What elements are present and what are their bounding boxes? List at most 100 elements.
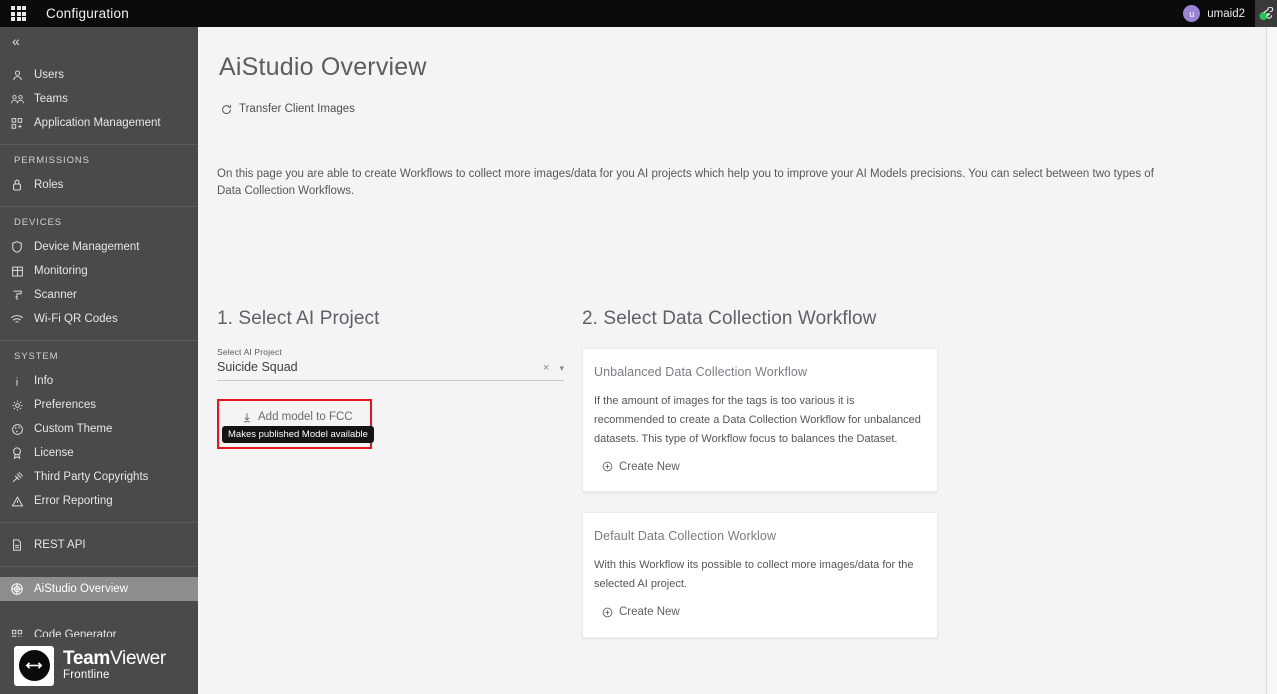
info-icon (0, 375, 34, 388)
transfer-client-images-label: Transfer Client Images (239, 103, 355, 115)
sidebar-item-scanner[interactable]: Scanner (0, 283, 198, 307)
sidebar-item-teams[interactable]: Teams (0, 87, 198, 111)
download-arrow-icon (242, 412, 252, 423)
create-new-button[interactable]: Create New (602, 606, 680, 618)
sidebar-item-wifi-qr-codes[interactable]: Wi-Fi QR Codes (0, 307, 198, 331)
user-icon (0, 69, 34, 82)
sidebar-item-label: Wi-Fi QR Codes (34, 313, 118, 325)
sidebar-item-label: Preferences (34, 399, 97, 411)
sidebar-section-permissions: PERMISSIONS (14, 155, 90, 166)
users-group-icon (0, 93, 34, 106)
step-1-heading: 1. Select AI Project (217, 308, 380, 329)
apps-grid-icon[interactable] (5, 0, 32, 27)
sidebar-item-label: AiStudio Overview (34, 583, 128, 595)
sidebar-item-application-management[interactable]: Application Management (0, 111, 198, 135)
brand-subtitle: Frontline (63, 669, 110, 682)
top-bar: Configuration u umaid2 (0, 0, 1277, 27)
sidebar-item-label: Device Management (34, 241, 140, 253)
main-content: AiStudio Overview Transfer Client Images… (198, 27, 1266, 694)
add-model-to-fcc-button[interactable]: Add model to FCC (242, 411, 353, 423)
page-scrollbar-track[interactable] (1266, 27, 1277, 694)
plus-circle-icon (602, 607, 613, 618)
sidebar-item-aistudio-overview[interactable]: AiStudio Overview (0, 577, 198, 601)
connection-status-icon[interactable] (1255, 0, 1277, 27)
sidebar-collapse-button[interactable]: « (0, 27, 198, 54)
sidebar-item-device-management[interactable]: Device Management (0, 235, 198, 259)
create-new-button[interactable]: Create New (602, 461, 680, 473)
aistudio-icon (0, 582, 34, 596)
ai-project-select-label: Select AI Project (217, 347, 282, 357)
step-1-select-ai-project: 1. Select AI Project Select AI Project S… (217, 308, 564, 638)
sidebar-item-users[interactable]: Users (0, 63, 198, 87)
ai-project-select[interactable]: Select AI Project Suicide Squad × ▾ (217, 347, 564, 381)
wifi-icon (0, 314, 34, 325)
sidebar-item-custom-theme[interactable]: Custom Theme (0, 417, 198, 441)
sidebar-item-rest-api[interactable]: REST API (0, 533, 198, 557)
create-new-label: Create New (619, 606, 680, 619)
plus-circle-icon (602, 461, 613, 472)
sidebar-item-label: Error Reporting (34, 495, 113, 507)
brand-word-bold: Team (63, 648, 111, 670)
add-model-highlight-box: Add model to FCC Makes published Model a… (217, 399, 374, 449)
sidebar-item-error-reporting[interactable]: Error Reporting (0, 489, 198, 513)
intro-paragraph: On this page you are able to create Work… (217, 167, 1154, 197)
workflow-card-default[interactable]: Default Data Collection Worklow With thi… (582, 512, 938, 638)
grid-table-icon (0, 265, 34, 278)
clear-icon[interactable]: × (543, 363, 549, 374)
sidebar-item-label: Custom Theme (34, 423, 113, 435)
sidebar-item-label: Info (34, 375, 54, 387)
create-new-label: Create New (619, 460, 680, 473)
sidebar-item-label: Roles (34, 179, 64, 191)
app-title: Configuration (46, 6, 129, 21)
brand-logo: TeamViewer Frontline (0, 637, 198, 694)
apps-management-icon (0, 117, 34, 130)
sidebar-group-main: Users Teams Application Management (0, 63, 198, 135)
shield-icon (0, 240, 34, 254)
top-bar-left: Configuration (0, 0, 129, 27)
sidebar-item-label: Monitoring (34, 265, 88, 277)
step-2-heading: 2. Select Data Collection Workflow (582, 308, 877, 329)
chevron-double-left-icon: « (12, 32, 20, 49)
top-bar-right: u umaid2 (1183, 0, 1277, 27)
sidebar-section-devices: DEVICES (14, 217, 63, 228)
license-badge-icon (0, 446, 34, 460)
sidebar: « Users Teams Application Management PER… (0, 27, 198, 694)
api-document-icon (0, 538, 34, 552)
sidebar-item-label: Third Party Copyrights (34, 471, 149, 483)
workflow-card-body: With this Workflow its possible to colle… (594, 559, 914, 591)
sidebar-section-system: SYSTEM (14, 351, 59, 362)
chevron-down-icon[interactable]: ▾ (559, 364, 564, 373)
sidebar-item-label: REST API (34, 539, 86, 551)
user-menu[interactable]: u umaid2 (1183, 5, 1255, 22)
sidebar-item-info[interactable]: Info (0, 369, 198, 393)
step-2-select-data-collection-workflow: 2. Select Data Collection Workflow Unbal… (582, 308, 942, 638)
workflow-card-title: Unbalanced Data Collection Workflow (594, 365, 808, 379)
gear-icon (0, 399, 34, 412)
sidebar-item-monitoring[interactable]: Monitoring (0, 259, 198, 283)
ai-project-select-value: Suicide Squad (217, 360, 298, 374)
avatar: u (1183, 5, 1201, 22)
add-model-to-fcc-label: Add model to FCC (258, 411, 353, 423)
lock-icon (0, 178, 34, 192)
sidebar-item-label: Application Management (34, 117, 161, 129)
user-name: umaid2 (1207, 7, 1245, 20)
gavel-icon (0, 471, 34, 484)
sidebar-item-third-party-copyrights[interactable]: Third Party Copyrights (0, 465, 198, 489)
sidebar-item-label: Users (34, 69, 65, 81)
sidebar-item-label: License (34, 447, 74, 459)
add-model-tooltip: Makes published Model available (222, 426, 374, 443)
warning-triangle-icon (0, 495, 34, 508)
application-window: Configuration u umaid2 « Users Teams App… (0, 0, 1277, 694)
sidebar-item-label: Teams (34, 93, 68, 105)
sidebar-item-license[interactable]: License (0, 441, 198, 465)
sidebar-item-roles[interactable]: Roles (0, 173, 198, 197)
palette-icon (0, 423, 34, 436)
workflow-card-body: If the amount of images for the tags is … (594, 395, 921, 445)
transfer-client-images-button[interactable]: Transfer Client Images (221, 103, 355, 115)
workflow-card-title: Default Data Collection Worklow (594, 529, 777, 544)
brand-word-light: Viewer (110, 648, 166, 670)
steps-columns: 1. Select AI Project Select AI Project S… (198, 308, 1266, 638)
sidebar-item-preferences[interactable]: Preferences (0, 393, 198, 417)
scanner-icon (0, 289, 34, 302)
workflow-card-unbalanced[interactable]: Unbalanced Data Collection Workflow If t… (582, 348, 938, 493)
